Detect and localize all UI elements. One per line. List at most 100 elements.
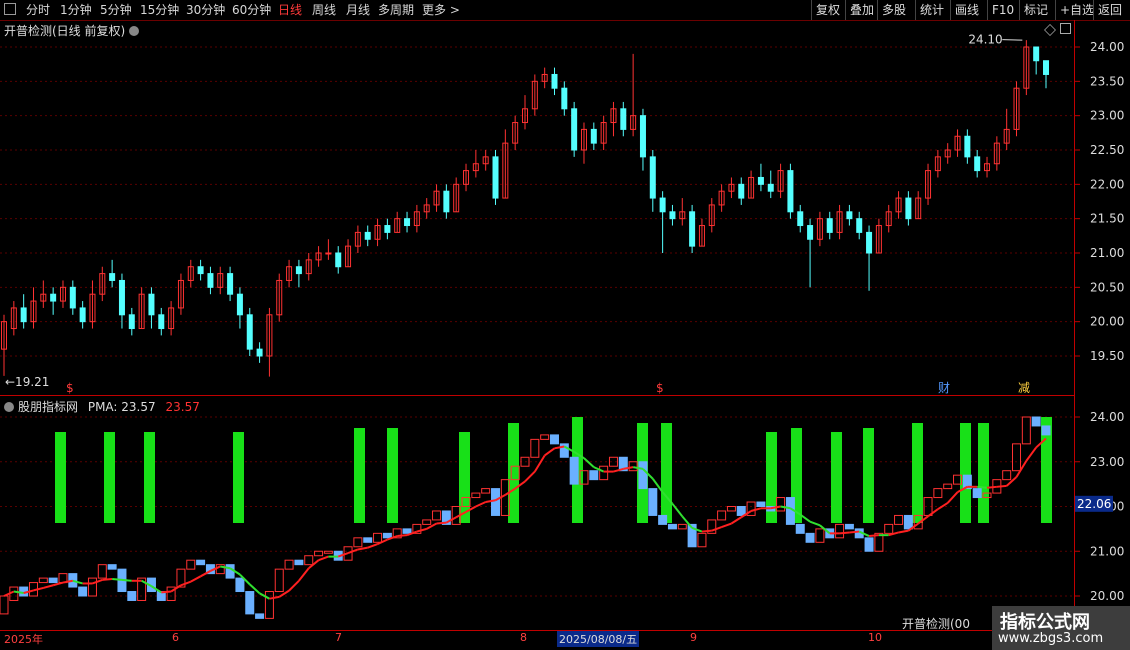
indicator-bar xyxy=(884,523,894,534)
pma-line-segment xyxy=(475,501,487,508)
candle-body xyxy=(50,293,57,302)
indicator-bar xyxy=(943,483,953,490)
signal-bar xyxy=(831,432,842,523)
pma-line-segment xyxy=(416,527,427,533)
indicator-bar xyxy=(323,550,333,554)
indicator-bar xyxy=(294,559,304,566)
y-tick-label: 22.00 xyxy=(1090,177,1124,191)
pma-line-segment xyxy=(681,515,693,529)
x-axis-label: 2025年 xyxy=(4,633,43,646)
pma-line-segment xyxy=(397,534,408,538)
candle-body xyxy=(905,197,912,220)
pma-line-segment xyxy=(1015,460,1028,478)
indicator-bar xyxy=(422,519,432,525)
pma-line-segment xyxy=(3,590,15,597)
candle-body xyxy=(590,128,597,144)
y-tick-label: 21.00 xyxy=(1090,544,1124,558)
signal-bar xyxy=(104,432,115,523)
signal-bar xyxy=(354,428,365,523)
candle-body xyxy=(974,156,981,172)
indicator-bar xyxy=(815,528,825,543)
pma-line-segment xyxy=(544,447,556,457)
candle-body xyxy=(866,231,873,254)
y-tick-label: 23.50 xyxy=(1090,74,1124,88)
candle-body xyxy=(639,115,646,158)
pma-line-segment xyxy=(170,584,182,593)
pma-line-segment xyxy=(533,454,546,473)
x-axis-label: 2025/08/08/五 xyxy=(557,631,640,647)
pma-line-segment xyxy=(190,575,202,583)
candle-body xyxy=(757,176,764,185)
candle-body xyxy=(797,211,804,227)
footer-stock-name: 开普检测(00 xyxy=(902,617,970,631)
candle-body xyxy=(738,183,745,199)
candle-body xyxy=(1043,60,1049,75)
low-price-label: ←19.21 xyxy=(5,375,49,389)
candle-body xyxy=(571,108,578,151)
pma-line-segment xyxy=(318,555,329,562)
event-marker: 财 xyxy=(938,381,950,395)
indicator-bar xyxy=(1012,443,1022,472)
candle-body xyxy=(128,314,135,330)
indicator-bar xyxy=(255,613,265,619)
candle-body xyxy=(659,197,666,213)
indicator-bar xyxy=(540,434,550,440)
kline-chart[interactable]: 24.00 23.50 23.00 22.50 22.00 21.50 21.00 20.50… xyxy=(0,0,1130,650)
indicator-bar xyxy=(235,577,245,593)
signal-bar xyxy=(144,432,155,523)
candle-body xyxy=(1033,46,1040,62)
candle-body xyxy=(669,211,676,220)
pma-line-segment xyxy=(977,485,988,489)
indicator-bar xyxy=(972,488,982,499)
pma-line-segment xyxy=(161,590,172,594)
indicator-bar xyxy=(1002,470,1012,481)
watermark: 指标公式网 www.zbgs3.com xyxy=(992,606,1130,650)
pma-line-segment xyxy=(701,529,712,533)
candle-body xyxy=(364,231,371,240)
candle-body xyxy=(79,307,86,323)
indicator-bar xyxy=(196,559,206,566)
candle-body xyxy=(158,314,165,330)
candle-body xyxy=(207,273,214,288)
indicator-bar xyxy=(402,528,412,534)
indicator-bar xyxy=(1021,416,1031,445)
indicator-bar xyxy=(864,537,874,552)
candle-body xyxy=(148,293,155,316)
indicator-bar xyxy=(373,532,383,543)
indicator-bar xyxy=(304,555,314,566)
candle-body xyxy=(846,211,853,220)
indicator-bar xyxy=(667,523,677,530)
indicator-bar xyxy=(835,523,845,539)
pma-line-segment xyxy=(946,491,959,504)
candle-body xyxy=(443,190,450,213)
indicator-bar xyxy=(274,568,284,593)
y-tick-label: 22.50 xyxy=(1090,143,1124,157)
indicator-bar xyxy=(0,595,9,615)
pma-line-segment xyxy=(986,485,997,489)
indicator-bar xyxy=(471,492,481,499)
y-tick-label: 19.50 xyxy=(1090,349,1124,363)
indicator-bar xyxy=(225,564,235,579)
pma-line-segment xyxy=(298,567,310,582)
indicator-bar xyxy=(491,488,501,516)
signal-bar xyxy=(863,428,874,523)
candle-body xyxy=(689,211,696,247)
pma-line-segment xyxy=(121,578,132,582)
candle-body xyxy=(649,156,656,199)
pma-line-segment xyxy=(180,580,192,587)
signal-bar xyxy=(661,423,672,523)
x-axis-label: 6 xyxy=(172,631,179,644)
indicator-bar xyxy=(38,577,48,584)
indicator-bar xyxy=(726,506,736,512)
high-price-arrow xyxy=(1002,39,1023,41)
pma-line-segment xyxy=(750,507,762,512)
candle-body xyxy=(20,307,27,323)
candle-body xyxy=(335,252,342,268)
x-axis-label: 10 xyxy=(868,631,882,644)
pma-line-segment xyxy=(809,520,821,527)
candle-body xyxy=(197,266,204,275)
indicator-bar xyxy=(628,461,638,472)
candle-body xyxy=(236,293,243,316)
indicator-bar xyxy=(353,537,363,548)
indicator-bar xyxy=(186,559,196,570)
